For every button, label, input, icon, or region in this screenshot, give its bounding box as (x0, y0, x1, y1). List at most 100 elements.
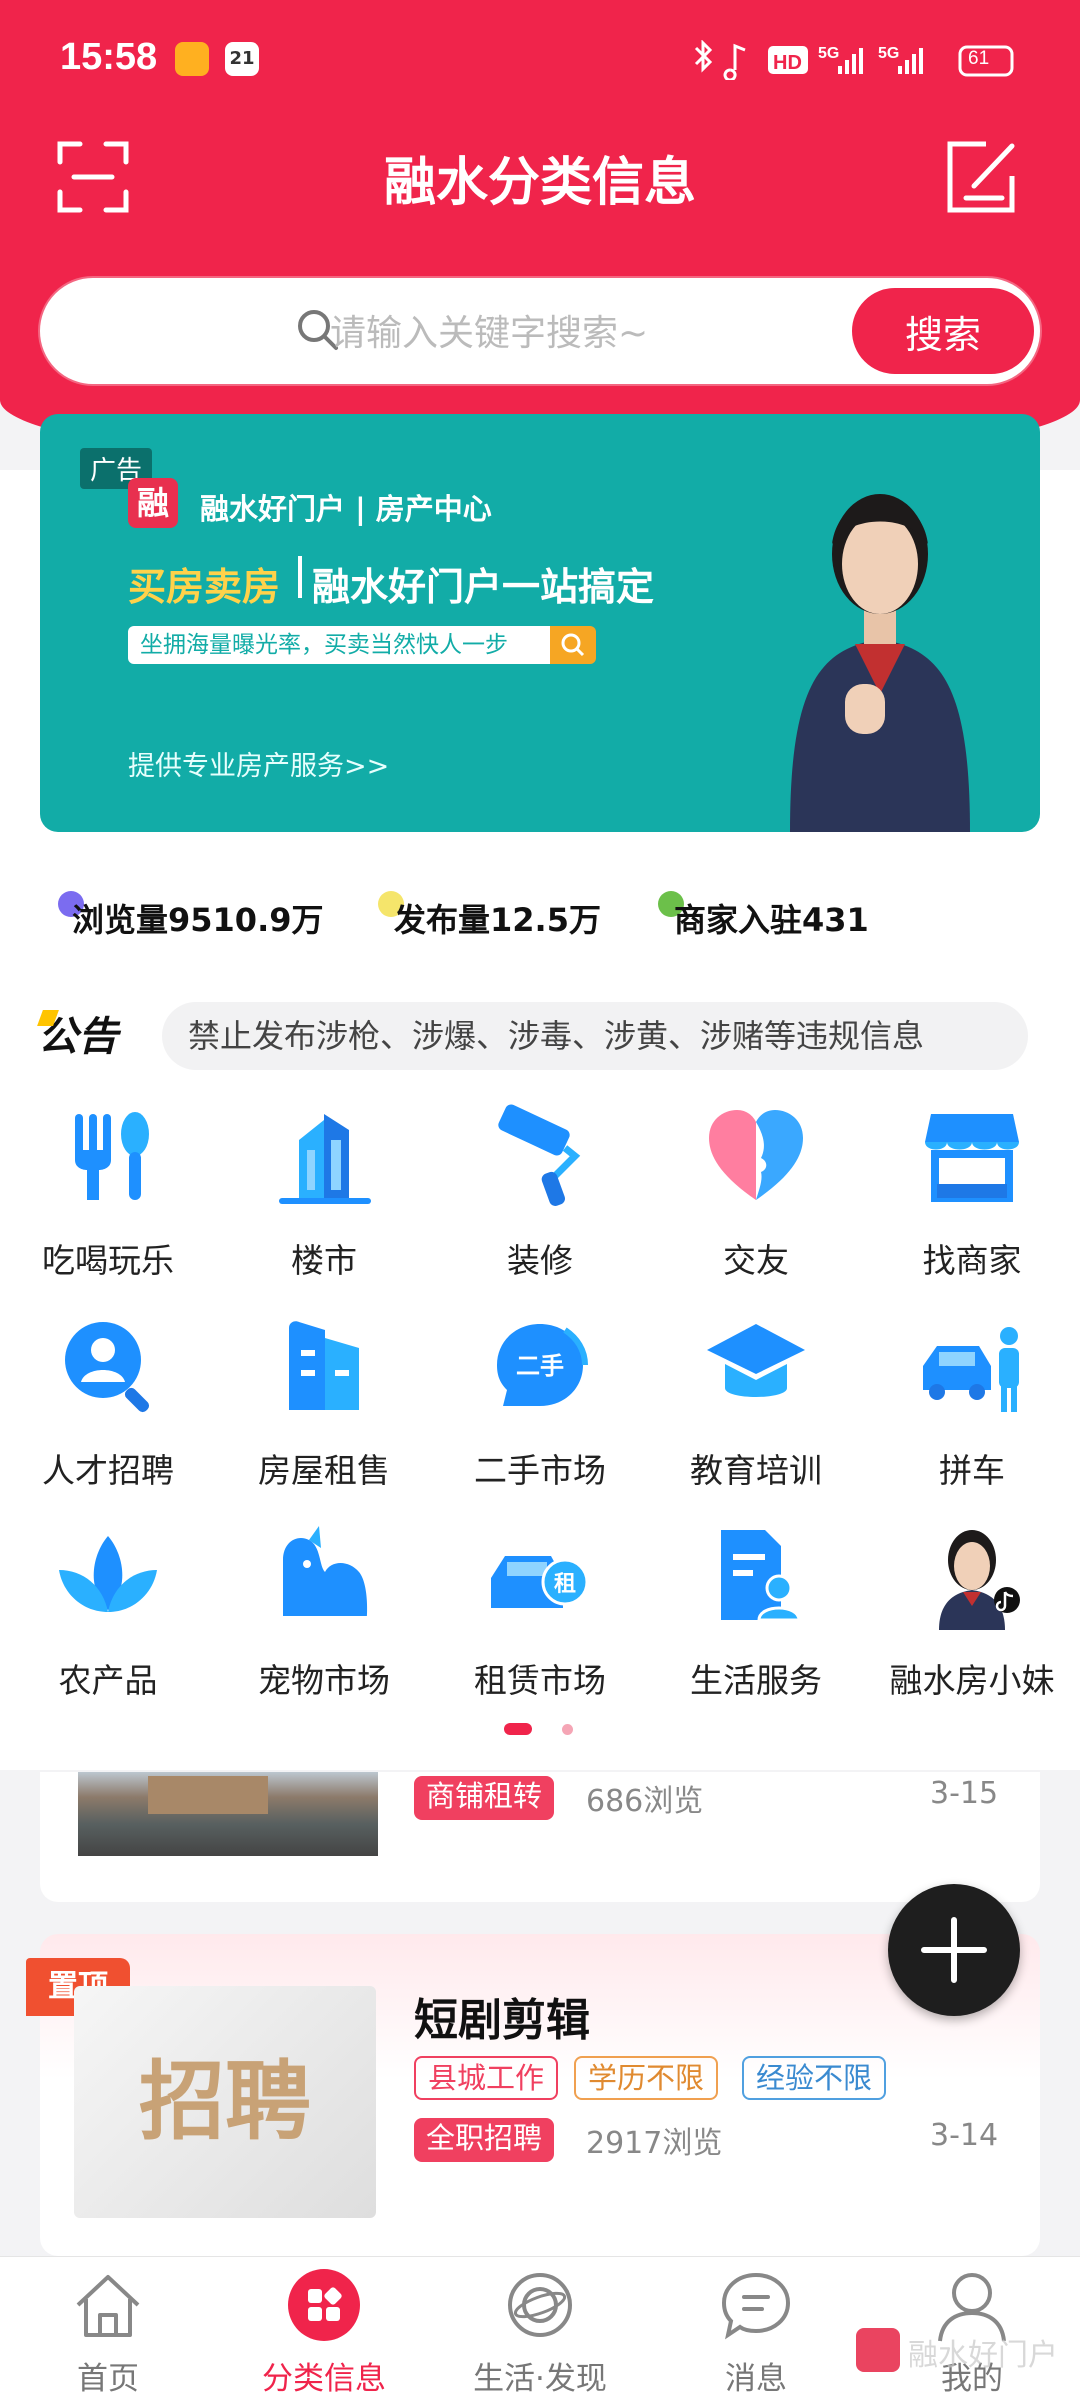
second-hand-icon: 二手 (497, 1324, 588, 1406)
category-zhaoshangjia[interactable]: 找商家 (864, 1100, 1080, 1282)
shop-icon (925, 1114, 1019, 1202)
category-label: 吃喝玩乐 (42, 1241, 174, 1280)
nav-messages[interactable]: 消息 (648, 2257, 864, 2398)
nav-home[interactable]: 首页 (0, 2257, 216, 2398)
category-nongchanpin[interactable]: 农产品 (0, 1520, 216, 1702)
banner-link[interactable]: 提供专业房产服务>> (128, 744, 389, 783)
category-grid: 吃喝玩乐 楼市 装修 交友 找商家 人才招聘 房屋租售 二手 二手市场 教育培训… (0, 1100, 1080, 1700)
status-time: 15:58 (60, 36, 158, 78)
listing-date: 3-14 (930, 2118, 999, 2153)
category-label: 找商家 (922, 1241, 1022, 1280)
add-post-button[interactable] (888, 1884, 1020, 2016)
banner-headline-b: 融水好门户一站搞定 (312, 565, 655, 609)
category-fangxiaomei[interactable]: 融水房小妹 (864, 1520, 1080, 1702)
category-label: 生活服务 (690, 1661, 822, 1700)
battery-level: 61 (968, 48, 990, 69)
leaf-icon (59, 1536, 157, 1612)
category-chihewanle[interactable]: 吃喝玩乐 (0, 1100, 216, 1282)
watermark-logo (856, 2328, 900, 2372)
rent-car-icon: 租 (491, 1556, 589, 1608)
brand-logo: 融 (128, 478, 178, 528)
building-icon (279, 1114, 371, 1204)
nav-profile[interactable]: 我的 (864, 2257, 1080, 2398)
home-icon (76, 2275, 140, 2337)
tag-experience: 经验不限 (742, 2056, 887, 2100)
plus-icon (921, 1917, 987, 1983)
category-jiaoyou[interactable]: 交友 (648, 1100, 864, 1282)
search-input[interactable]: 请输入关键字搜索~ (330, 304, 648, 356)
listing-views: 686浏览 (586, 1784, 704, 1819)
listing-date: 3-15 (930, 1776, 999, 1811)
listing-card[interactable]: 商铺租转 686浏览 3-15 (40, 1772, 1040, 1902)
tag-education: 学历不限 (574, 2056, 719, 2100)
nav-discover[interactable]: 生活·发现 (432, 2257, 648, 2398)
svg-text:5G: 5G (878, 45, 899, 62)
category-label: 楼市 (291, 1241, 357, 1280)
heart-face-icon (709, 1110, 803, 1200)
graduation-cap-icon (707, 1324, 805, 1397)
listing-category-tag: 全职招聘 (414, 2118, 555, 2162)
person-search-icon (65, 1322, 150, 1413)
paint-roller-icon (498, 1104, 581, 1206)
spokeswoman-image (790, 494, 970, 832)
chat-icon (721, 2272, 791, 2340)
category-ershoushichang[interactable]: 二手 二手市场 (432, 1310, 648, 1492)
banner-headline-a: 买房卖房 (128, 565, 281, 609)
house-doc-icon (289, 1321, 359, 1410)
banner-search-icon (550, 626, 596, 664)
page-title: 融水分类信息 (383, 153, 696, 213)
svg-text:HD: HD (773, 52, 802, 74)
category-label: 农产品 (58, 1661, 158, 1700)
category-chongwushichang[interactable]: 宠物市场 (216, 1520, 432, 1702)
grid-icon (288, 2269, 360, 2341)
category-label: 宠物市场 (258, 1661, 390, 1700)
listing-category-tag: 商铺租转 (414, 1776, 555, 1820)
listing-thumbnail (78, 1772, 378, 1856)
notification-badge: 21 (225, 42, 259, 76)
listing-views: 2917浏览 (586, 2126, 723, 2161)
category-loushi[interactable]: 楼市 (216, 1100, 432, 1282)
category-label: 交友 (723, 1241, 789, 1280)
search-button[interactable]: 搜索 (848, 284, 1038, 378)
svg-text:5G: 5G (818, 45, 839, 62)
category-rencaizhaopin[interactable]: 人才招聘 (0, 1310, 216, 1492)
category-label: 融水房小妹 (889, 1661, 1055, 1700)
stat-views: 浏览量9510.9万 (72, 901, 324, 939)
pet-icon (283, 1526, 368, 1616)
watermark-text: 融水好门户 (908, 2338, 1058, 2373)
carpool-icon (923, 1327, 1019, 1412)
listing-thumbnail: 招聘 (74, 1986, 376, 2218)
category-fangwuzushou[interactable]: 房屋租售 (216, 1310, 432, 1492)
category-label: 人才招聘 (42, 1451, 174, 1490)
edit-icon[interactable] (946, 138, 1020, 216)
category-pinche[interactable]: 拼车 (864, 1310, 1080, 1492)
page-indicator-active (504, 1723, 532, 1735)
category-zulinshichang[interactable]: 租 租赁市场 (432, 1520, 648, 1702)
nav-label: 消息 (725, 2361, 787, 2397)
nav-category[interactable]: 分类信息 (216, 2257, 432, 2398)
category-label: 装修 (507, 1241, 573, 1280)
service-doc-icon (721, 1530, 801, 1622)
nav-label: 分类信息 (262, 2361, 386, 2397)
planet-icon (508, 2273, 572, 2337)
shield-icon (175, 42, 209, 76)
category-label: 二手市场 (474, 1451, 606, 1490)
stat-posts: 发布量12.5万 (394, 901, 601, 939)
category-shenghuofuwu[interactable]: 生活服务 (648, 1520, 864, 1702)
banner-subline: 坐拥海量曝光率，买卖当然快人一步 (128, 626, 552, 664)
stat-merchants: 商家入驻431 (674, 901, 869, 939)
ad-banner[interactable]: 广告 融 融水好门户 | 房产中心 买房卖房 融水好门户一站搞定 坐拥海量曝光率… (40, 414, 1040, 832)
category-zhuangxiu[interactable]: 装修 (432, 1100, 648, 1282)
nav-label: 首页 (77, 2361, 139, 2397)
avatar-icon (939, 1530, 1020, 1630)
category-label: 房屋租售 (258, 1451, 390, 1490)
category-jiaoyupeixun[interactable]: 教育培训 (648, 1310, 864, 1492)
notice-text[interactable]: 禁止发布涉枪、涉爆、涉毒、涉黄、涉赌等违规信息 (162, 1002, 1028, 1070)
tag-county-work: 县城工作 (414, 2056, 559, 2100)
listing-title: 短剧剪辑 (414, 1995, 590, 2046)
page-indicator (562, 1724, 573, 1735)
category-label: 教育培训 (690, 1451, 822, 1490)
banner-brand: 融水好门户 | 房产中心 (200, 492, 492, 526)
thumbnail-building (148, 1776, 268, 1814)
category-label: 拼车 (939, 1451, 1005, 1490)
